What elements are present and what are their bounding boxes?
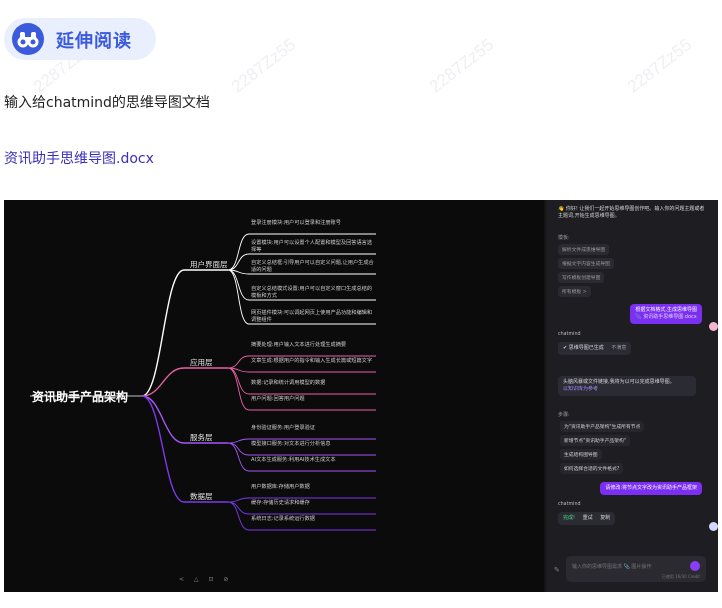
binoculars-icon (12, 23, 44, 55)
bot-status: 完成! (563, 515, 576, 521)
bot-message-text: 头脑风暴或文件链接,我将为以可以完成思维导图。 (563, 379, 675, 385)
chat-tip: 👋 你好! 让我们一起开始思维导图创作吧。输入你的问题主题或者主题词,开始生成思… (558, 206, 705, 219)
bot-status: ✔ 思维导图已生成 (563, 345, 604, 351)
mindmap-leaf[interactable]: 数据:记录和统计调用模型的数据 (251, 380, 375, 387)
mindmap-branch[interactable]: 用户界面层 (190, 259, 228, 270)
step-item[interactable]: 如何选择合适的文件格式? (560, 463, 624, 474)
user-message-text: 根据文档格式,生成思维导图 (635, 307, 697, 313)
retry-button[interactable]: 重试 (583, 515, 593, 521)
branch-connector (141, 269, 228, 397)
user-message: 根据文档格式,生成思维导图 📎 资讯助手思维导图.docx (630, 304, 702, 324)
branch-connector (141, 395, 228, 503)
knowledge-chip[interactable]: 以知识库为参考 (563, 386, 691, 393)
bot-name: chatmind (558, 332, 581, 337)
user-message: 请修改:将节点文字改为资讯助手产品框架 (600, 482, 702, 495)
doc-link[interactable]: 资讯助手思维导图.docx (4, 148, 154, 168)
leaf-connector (227, 367, 376, 411)
side-dot-icon (709, 522, 718, 531)
watermark: 2287Zz55 (623, 34, 696, 97)
mindmap-toolbar[interactable]: < △ ⊡ ⊘ (179, 576, 232, 583)
mindmap-root: 资讯助手产品架构 (32, 390, 129, 404)
steps-title: 步骤: (558, 412, 570, 418)
mindmap-leaf[interactable]: 摘要处理:用户输入文本进行处理生成摘要 (251, 342, 375, 349)
screenshot-image: 资讯助手产品架构 用户界面层 登录注册模块:用户可以登录和注册账号设置模块:用户可… (4, 200, 718, 592)
mindmap-branch[interactable]: 应用层 (190, 357, 213, 368)
side-dot-icon (709, 322, 718, 331)
watermark: 2287Zz55 (425, 34, 498, 97)
chat-input[interactable]: 输入你的思维导图需求 📎 图片操作 已使用 16/30 Credit (566, 556, 706, 582)
mindmap-leaf[interactable]: 文章生成:根据用户的指令和输入生成长篇或短篇文字 (251, 358, 375, 365)
clear-icon[interactable]: ✎ (554, 566, 560, 574)
mindmap-branch[interactable]: 服务层 (190, 432, 213, 443)
template-item[interactable]: 所有模板 > (558, 286, 591, 297)
bot-message: 头脑风暴或文件链接,我将为以可以完成思维导图。 以知识库为参考 (558, 376, 696, 396)
mindmap-branch[interactable]: 数据层 (190, 491, 213, 502)
intro-text: 输入给chatmind的思维导图文档 (4, 95, 210, 111)
step-item[interactable]: 为"资讯助手产品架构"生成所有节点 (560, 421, 645, 432)
extended-reading-header: 延伸阅读 (4, 18, 156, 60)
branch-connector (141, 395, 228, 444)
mindmap-leaf[interactable]: 网页插件模块:可以调起网页上使用产品功能和编辑和调整组件 (251, 310, 375, 324)
mindmap-leaf[interactable]: 系统日志:记录系统运行数据 (251, 516, 375, 523)
bot-name: chatmind (558, 502, 581, 507)
credit-counter: 已使用 16/30 Credit (661, 574, 700, 579)
step-item[interactable]: 新增节点"资讯助手产品架构" (560, 435, 630, 446)
template-item[interactable]: 解析文件成思维导图 (558, 244, 610, 255)
dislike-button[interactable]: 不满意 (611, 345, 626, 351)
mindmap-leaf[interactable]: 身份验证服务:用户登录验证 (251, 425, 375, 432)
header-title: 延伸阅读 (56, 31, 132, 52)
mindmap-leaf[interactable]: AI文本生成服务:利用AI技术生成文本 (251, 457, 375, 464)
mindmap-leaf[interactable]: 自定义总结模式设置:用户可以自定义窗口生成总结的模板和方式 (251, 286, 375, 300)
mindmap-leaf[interactable]: 用户问题:回答用户问题 (251, 396, 375, 403)
template-item[interactable]: 根据文字内容生成导图 (558, 258, 614, 269)
templates-title: 模板: (558, 235, 570, 241)
bot-message: ✔ 思维导图已生成 不满意 (558, 342, 632, 355)
bot-message: 完成! 重试 复制 (558, 512, 616, 525)
chat-input-placeholder: 输入你的思维导图需求 📎 图片操作 (572, 564, 652, 570)
copy-button[interactable]: 复制 (600, 515, 610, 521)
attachment-chip[interactable]: 📎 资讯助手思维导图.docx (635, 314, 697, 321)
mindmap-leaf[interactable]: 自定义总结框:引导用户可以自定义问题,让用户生成合适的问题 (251, 260, 375, 274)
mindmap-leaf[interactable]: 缓存:存储历史请求和缓存 (251, 500, 375, 507)
template-item[interactable]: 写作模板创建导图 (558, 272, 605, 283)
watermark: 2287Zz55 (227, 34, 300, 97)
chat-panel: 👋 你好! 让我们一起开始思维导图创作吧。输入你的问题主题或者主题词,开始生成思… (546, 200, 718, 592)
mindmap-leaf[interactable]: 模型接口服务:对文本进行分析信息 (251, 441, 375, 448)
mindmap-leaf[interactable]: 设置模块:用户可以设置个人配置和模型及回答语言选择等 (251, 240, 375, 254)
step-item[interactable]: 生成结构图导图 (560, 449, 602, 460)
mindmap-canvas: 资讯助手产品架构 用户界面层 登录注册模块:用户可以登录和注册账号设置模块:用户可… (4, 200, 544, 592)
leaf-connector (227, 367, 376, 373)
mindmap-leaf[interactable]: 登录注册模块:用户可以登录和注册账号 (251, 220, 375, 227)
mindmap-leaf[interactable]: 用户数据库:存储用户数据 (251, 484, 375, 491)
send-button[interactable] (690, 561, 700, 571)
